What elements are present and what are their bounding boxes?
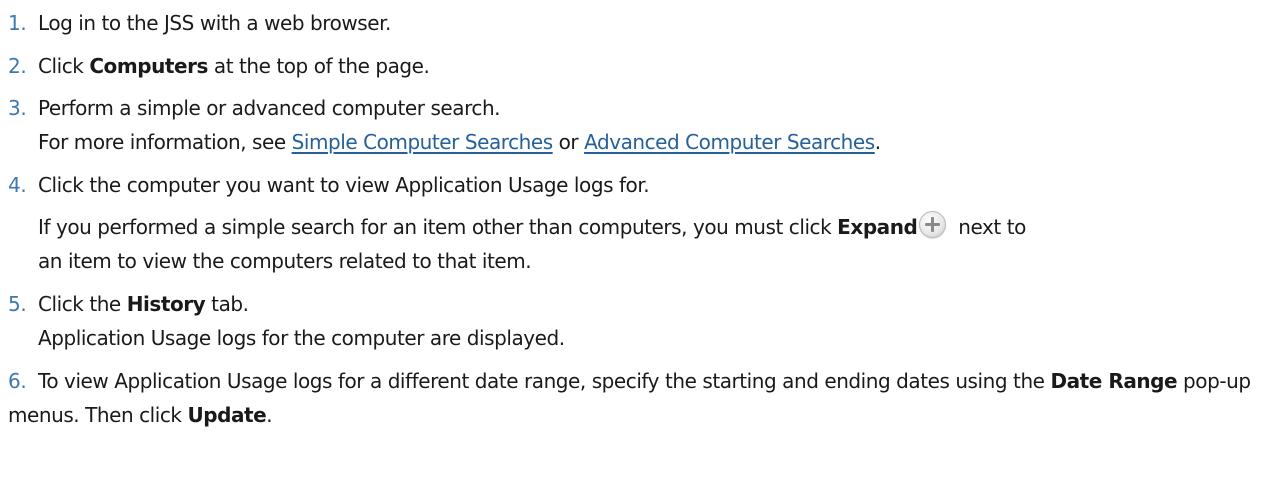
plus-circle-icon — [919, 211, 947, 238]
step-1: 1. Log in to the JSS with a web browser. — [8, 6, 1278, 40]
step-text: To view Application Usage logs for a dif… — [38, 369, 1008, 393]
step-text: Perform a simple or advanced computer se… — [38, 96, 501, 120]
advanced-computer-searches-link[interactable]: Advanced Computer Searches — [584, 130, 875, 154]
step-number: 4. — [8, 173, 27, 197]
step-result: Application Usage logs for the computer … — [38, 326, 565, 350]
step-text-post: tab. — [205, 292, 249, 316]
date-range-term: Date Range — [1050, 369, 1178, 393]
step-5: 5. Click the History tab. Application Usa… — [8, 287, 1278, 355]
step-2: 2. Click Computers at the top of the page… — [8, 49, 1278, 83]
step-text-post: at the top of the page. — [207, 54, 430, 78]
step-6-post: . — [266, 403, 273, 427]
step-6-pre: the — [1013, 369, 1051, 393]
step-text-pre: Click — [38, 54, 90, 78]
step-text: Log in to the JSS with a web browser. — [38, 11, 391, 35]
simple-computer-searches-link[interactable]: Simple Computer Searches — [292, 130, 554, 154]
step-4: 4. Click the computer you want to view Ap… — [8, 168, 1278, 202]
more-info-post: . — [874, 130, 881, 154]
expand-note-post: next to — [952, 215, 1026, 239]
step-number: 5. — [8, 292, 27, 316]
step-text-pre: Click the — [38, 292, 127, 316]
history-term: History — [126, 292, 206, 316]
step-6: 6. To view Application Usage logs for a d… — [8, 364, 1278, 432]
step-number: 6. — [8, 369, 27, 393]
step-number: 2. — [8, 54, 27, 78]
more-info-line: For more information, see Simple Compute… — [8, 125, 1278, 159]
step-3: 3. Perform a simple or advanced computer … — [8, 91, 1278, 159]
more-info-mid: or — [552, 130, 585, 154]
expand-note-line1: If you performed a simple search for an … — [8, 210, 1278, 244]
step-number: 3. — [8, 96, 27, 120]
step-text: Click the computer you want to view Appl… — [38, 173, 650, 197]
expand-note-line2: an item to view the computers related to… — [38, 249, 532, 273]
more-info-pre: For more information, see — [38, 130, 292, 154]
step-4-note: If you performed a simple search for an … — [8, 210, 1278, 278]
step-number: 1. — [8, 11, 27, 35]
expand-note-pre: If you performed a simple search for an … — [38, 215, 838, 239]
update-term: Update — [187, 403, 267, 427]
expand-term: Expand — [837, 215, 918, 239]
computers-term: Computers — [89, 54, 208, 78]
